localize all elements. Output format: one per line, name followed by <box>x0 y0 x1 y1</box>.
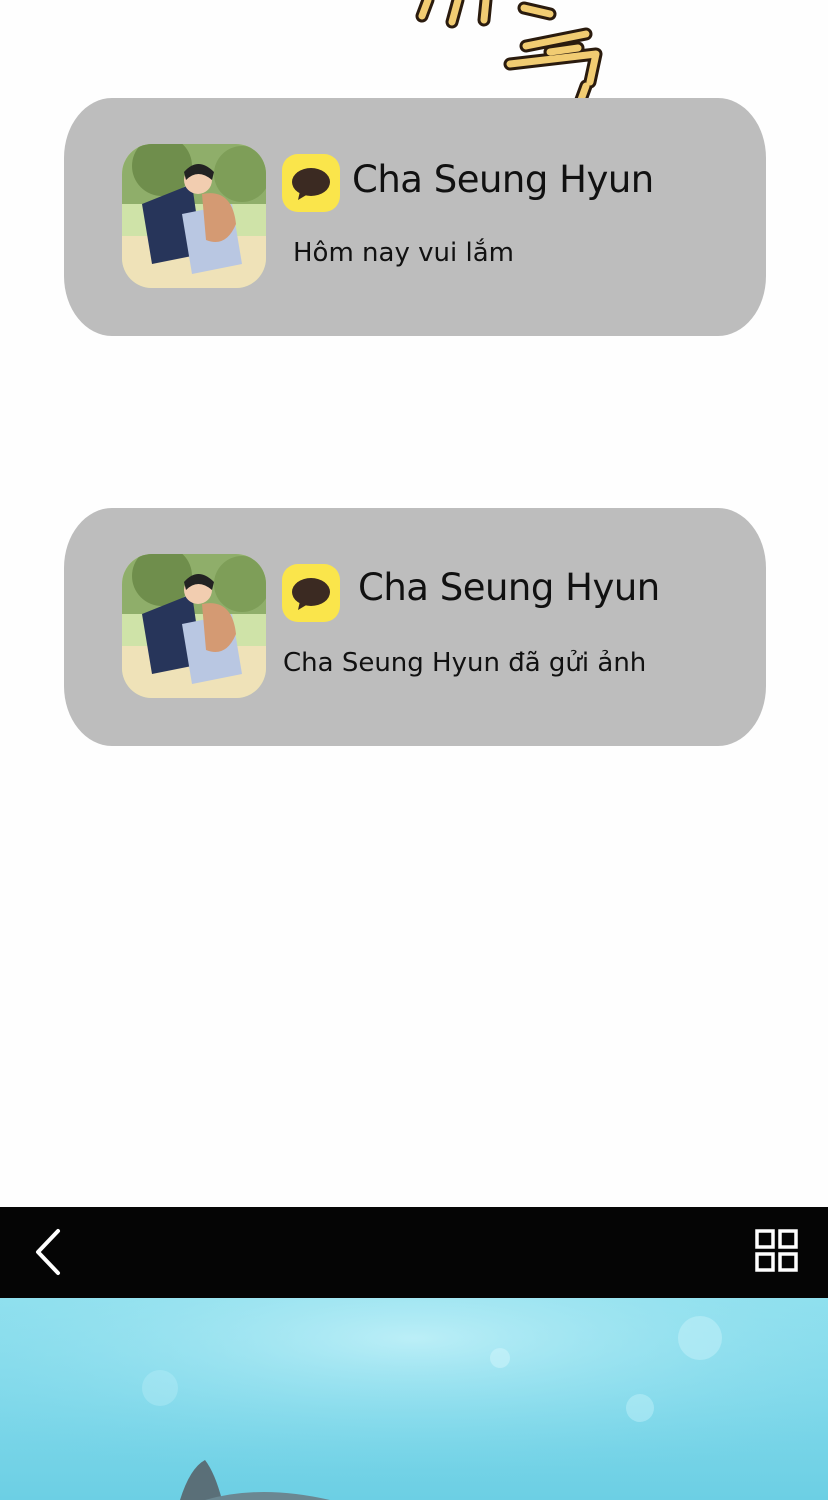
sender-name: Cha Seung Hyun <box>352 158 654 201</box>
sender-avatar <box>122 554 266 698</box>
message-preview: Cha Seung Hyun đã gửi ảnh <box>283 648 647 678</box>
chat-app-icon <box>282 564 340 622</box>
chat-app-icon <box>282 154 340 212</box>
grid-icon <box>755 1229 798 1272</box>
back-button[interactable] <box>22 1225 76 1279</box>
sender-name: Cha Seung Hyun <box>358 566 660 609</box>
notification-card[interactable]: Cha Seung Hyun Cha Seung Hyun đã gửi ảnh <box>64 508 766 746</box>
sender-avatar <box>122 144 266 288</box>
chevron-left-icon <box>36 1229 60 1275</box>
grid-view-button[interactable] <box>752 1227 804 1279</box>
notification-card[interactable]: Cha Seung Hyun Hôm nay vui lắm <box>64 98 766 336</box>
photo-viewer-toolbar <box>0 1207 828 1298</box>
shared-photo[interactable] <box>0 1298 828 1500</box>
message-preview: Hôm nay vui lắm <box>293 238 514 268</box>
